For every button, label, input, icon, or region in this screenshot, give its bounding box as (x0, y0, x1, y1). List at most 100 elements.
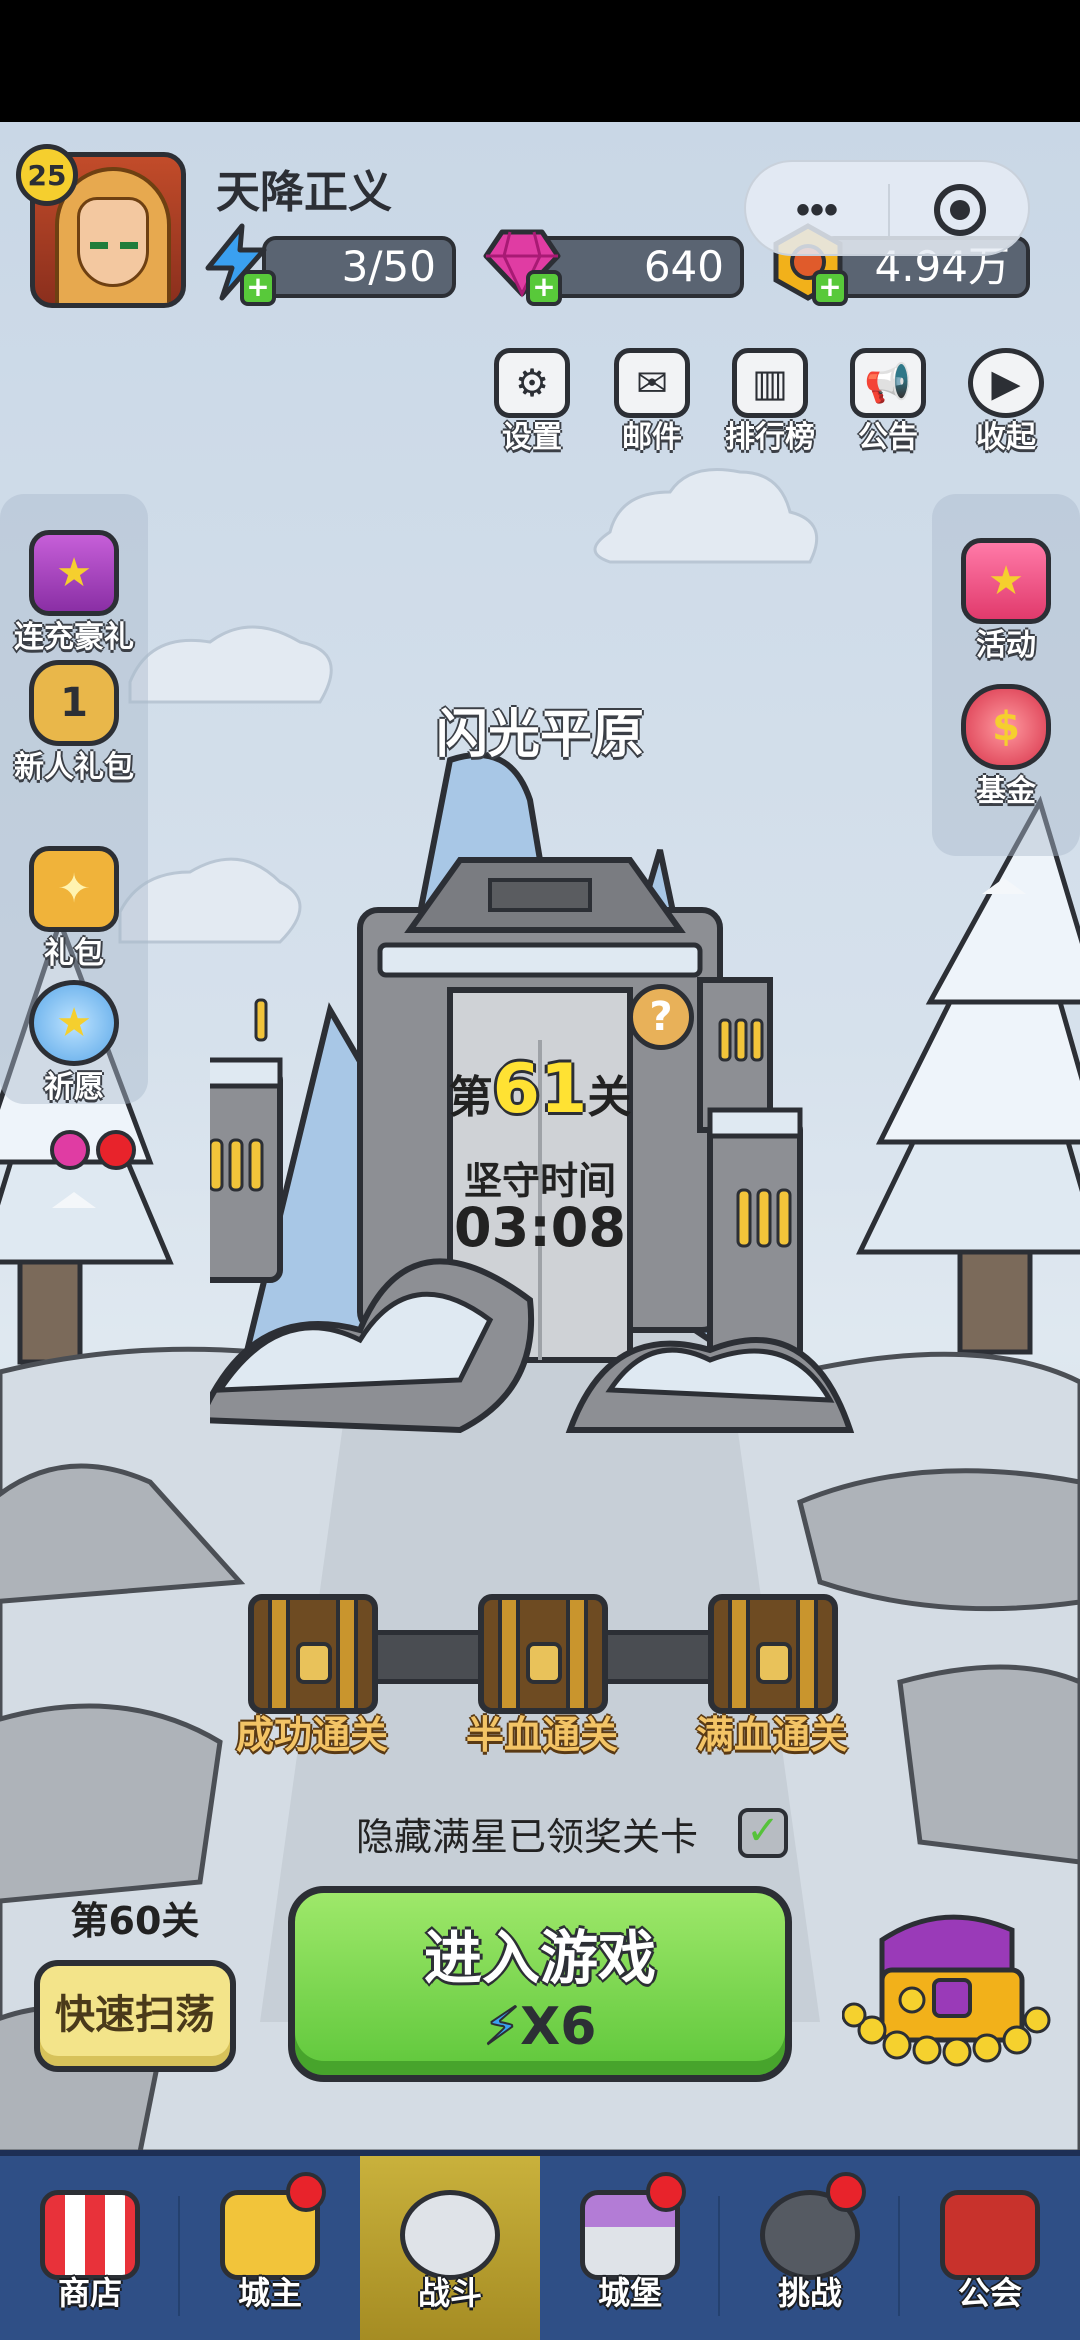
stage-suffix: 关 (587, 1072, 632, 1123)
events-button[interactable]: ★ 活动 (936, 538, 1076, 664)
chest-body (478, 1594, 608, 1714)
nav-battle-label: 战斗 (417, 2274, 482, 2312)
gem-counter: 640 (534, 236, 744, 298)
game-screen: 25 天降正义 3/50 + 640 + 4.94万 + ••• ⚙ 设置 ✉ … (0, 0, 1080, 2340)
guild-banner-icon (940, 2190, 1040, 2280)
gift-icon: ✦ (29, 846, 119, 932)
chest-clear-label: 成功通关 (235, 1713, 388, 1757)
mini-program-capsule: ••• (744, 160, 1030, 256)
leaderboard-label: 排行榜 (725, 420, 815, 455)
shop-icon (40, 2190, 140, 2280)
leaderboard-icon: ▥ (732, 348, 808, 418)
player-name: 天降正义 (216, 167, 392, 218)
stage-number: 第61关 (400, 1050, 680, 1129)
mail-label: 邮件 (622, 420, 682, 455)
energy-bolt-icon: ⚡ (483, 1996, 521, 2058)
fund-label: 基金 (976, 774, 1036, 809)
wish-globe-icon: ★ (29, 980, 119, 1066)
leaderboard-button[interactable]: ▥ 排行榜 (724, 348, 816, 458)
more-items-peek (50, 1130, 90, 1170)
stage-prefix: 第 (448, 1072, 493, 1123)
chevron-up-icon[interactable] (52, 1192, 96, 1208)
settings-button[interactable]: ⚙ 设置 (486, 348, 578, 458)
collapse-play-icon: ▶ (968, 348, 1044, 418)
nav-castle[interactable]: 城堡 (540, 2156, 720, 2340)
chest-half-hp-label: 半血通关 (465, 1713, 618, 1757)
events-label: 活动 (976, 628, 1036, 663)
lock-icon (526, 1642, 562, 1684)
quick-sweep-button[interactable]: 快速扫荡 (34, 1960, 236, 2072)
nav-lord[interactable]: 城主 (180, 2156, 360, 2340)
star-gift-icon: ★ (961, 538, 1051, 624)
nav-challenge-label: 挑战 (777, 2274, 842, 2312)
chest-band (268, 1600, 290, 1708)
mail-button[interactable]: ✉ 邮件 (606, 348, 698, 458)
status-bar (0, 0, 1080, 122)
add-gold-button[interactable]: + (812, 270, 848, 306)
hide-completed-label: 隐藏满星已领奖关卡 (356, 1815, 699, 1859)
mail-icon: ✉ (614, 348, 690, 418)
bottom-nav: 商店 城主 战斗 城堡 挑战 公会 (0, 2150, 1080, 2340)
nav-battle[interactable]: 战斗 (360, 2156, 540, 2340)
collapse-label: 收起 (976, 420, 1036, 455)
recharge-gift-label: 连充豪礼 (14, 620, 134, 655)
area-name: 闪光平原 (435, 705, 644, 765)
sweep-level-label: 第60关 (70, 1899, 200, 1943)
energy-counter: 3/50 (262, 236, 456, 298)
announcement-label: 公告 (858, 420, 918, 455)
capsule-divider (888, 184, 890, 236)
nav-shop-label: 商店 (57, 2274, 122, 2312)
crossed-swords-icon (400, 2190, 500, 2280)
lock-icon (296, 1642, 332, 1684)
wish-label: 祈愿 (44, 1070, 104, 1105)
chest-band (796, 1600, 818, 1708)
treasure-chest-icon[interactable] (842, 1900, 1052, 2070)
collapse-button[interactable]: ▶ 收起 (960, 348, 1052, 458)
stage-number-value: 61 (492, 1050, 588, 1129)
settings-label: 设置 (502, 420, 562, 455)
gear-icon: ⚙ (494, 348, 570, 418)
chest-band (498, 1600, 520, 1708)
avatar-eye (120, 242, 138, 249)
nav-lord-label: 城主 (237, 2274, 302, 2312)
chest-band (336, 1600, 358, 1708)
player-level-badge: 25 (16, 144, 78, 206)
notification-dot (646, 2172, 686, 2212)
enter-game-label: 进入游戏 (423, 1924, 656, 1992)
nav-shop[interactable]: 商店 (0, 2156, 180, 2340)
help-icon[interactable]: ? (628, 984, 694, 1050)
notification-dot (96, 1130, 136, 1170)
hide-completed-checkbox[interactable]: ✓ (738, 1808, 788, 1858)
lock-icon (756, 1642, 792, 1684)
avatar-eye (90, 242, 108, 249)
enter-game-cost: ⚡X6 (295, 1996, 785, 2058)
enter-game-button[interactable]: 进入游戏 ⚡X6 (288, 1886, 792, 2082)
more-dots-icon[interactable]: ••• (782, 186, 852, 234)
enter-game-cost-value: X6 (520, 1997, 597, 2057)
avatar-face (77, 197, 149, 287)
gift-pack-button[interactable]: ✦ 礼包 (4, 846, 144, 972)
gift-box-icon: ★ (29, 530, 119, 616)
announcement-button[interactable]: 📢 公告 (842, 348, 934, 458)
chest-band (566, 1600, 588, 1708)
megaphone-icon: 📢 (850, 348, 926, 418)
nav-guild[interactable]: 公会 (900, 2156, 1080, 2340)
add-energy-button[interactable]: + (240, 270, 276, 306)
hold-time-value: 03:08 (454, 1196, 626, 1259)
chest-body (708, 1594, 838, 1714)
chest-band (728, 1600, 750, 1708)
chest-full-hp-label: 满血通关 (695, 1713, 848, 1757)
nav-challenge[interactable]: 挑战 (720, 2156, 900, 2340)
pine-tree-right (856, 795, 1080, 1355)
notification-dot (286, 2172, 326, 2212)
chevron-up-icon[interactable] (982, 878, 1026, 894)
chest-body (248, 1594, 378, 1714)
notification-dot (826, 2172, 866, 2212)
target-circle-icon[interactable] (934, 184, 986, 236)
wish-button[interactable]: ★ 祈愿 (4, 980, 144, 1106)
add-gem-button[interactable]: + (526, 270, 562, 306)
gift-pack-label: 礼包 (44, 936, 104, 971)
recharge-gift-button[interactable]: ★ 连充豪礼 (4, 530, 144, 656)
nav-guild-label: 公会 (957, 2274, 1022, 2312)
nav-castle-label: 城堡 (597, 2274, 662, 2312)
